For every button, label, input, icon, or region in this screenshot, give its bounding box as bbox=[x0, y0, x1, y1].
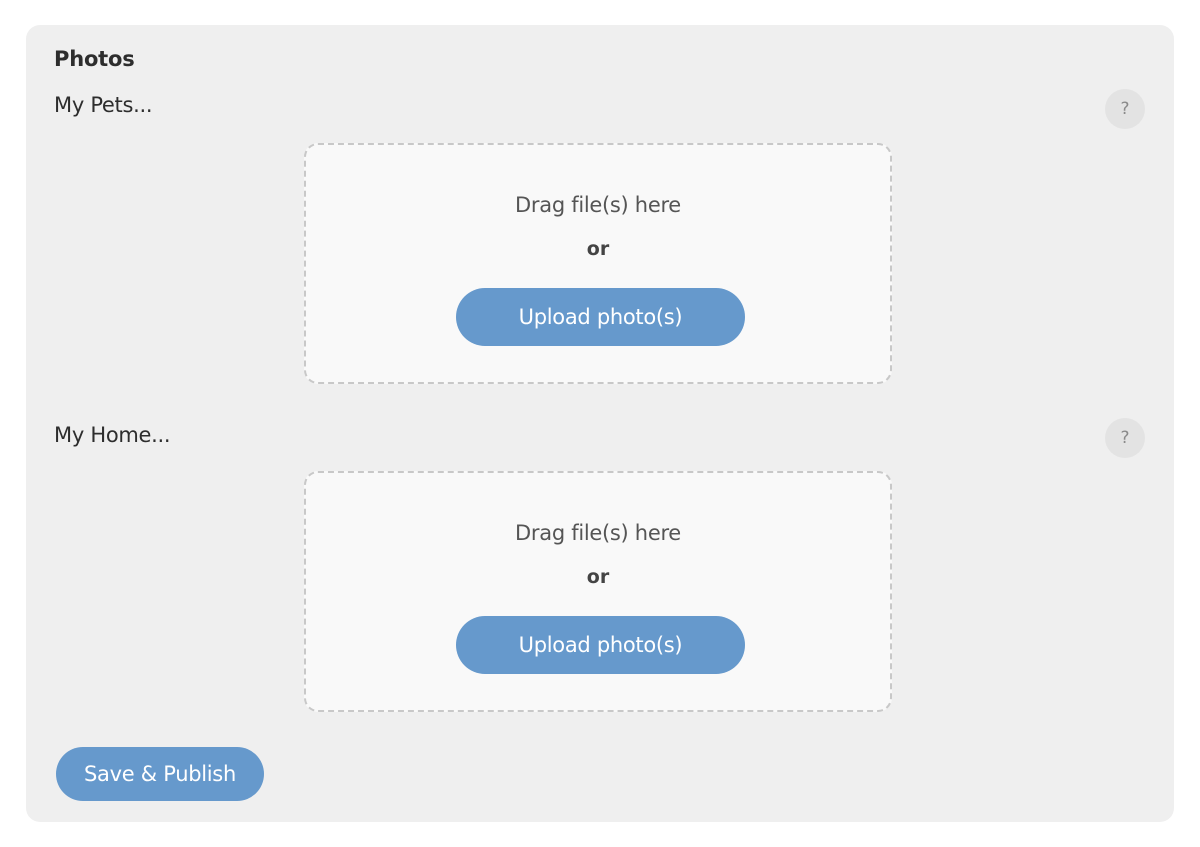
photos-panel: Photos My Pets... ? Drag file(s) here or… bbox=[26, 25, 1174, 822]
help-icon[interactable]: ? bbox=[1105, 418, 1145, 458]
save-publish-button[interactable]: Save & Publish bbox=[56, 747, 264, 801]
drag-files-text: Drag file(s) here bbox=[515, 193, 681, 217]
dropzone-my-home[interactable]: Drag file(s) here or Upload photo(s) bbox=[304, 471, 892, 712]
section-title: Photos bbox=[54, 47, 135, 71]
group-label-my-pets: My Pets... bbox=[54, 93, 153, 117]
or-text: or bbox=[586, 566, 610, 588]
help-icon[interactable]: ? bbox=[1105, 89, 1145, 129]
upload-photos-button[interactable]: Upload photo(s) bbox=[456, 288, 745, 346]
or-text: or bbox=[586, 238, 610, 260]
upload-photos-button[interactable]: Upload photo(s) bbox=[456, 616, 745, 674]
drag-files-text: Drag file(s) here bbox=[515, 521, 681, 545]
dropzone-my-pets[interactable]: Drag file(s) here or Upload photo(s) bbox=[304, 143, 892, 384]
group-label-my-home: My Home... bbox=[54, 423, 171, 447]
